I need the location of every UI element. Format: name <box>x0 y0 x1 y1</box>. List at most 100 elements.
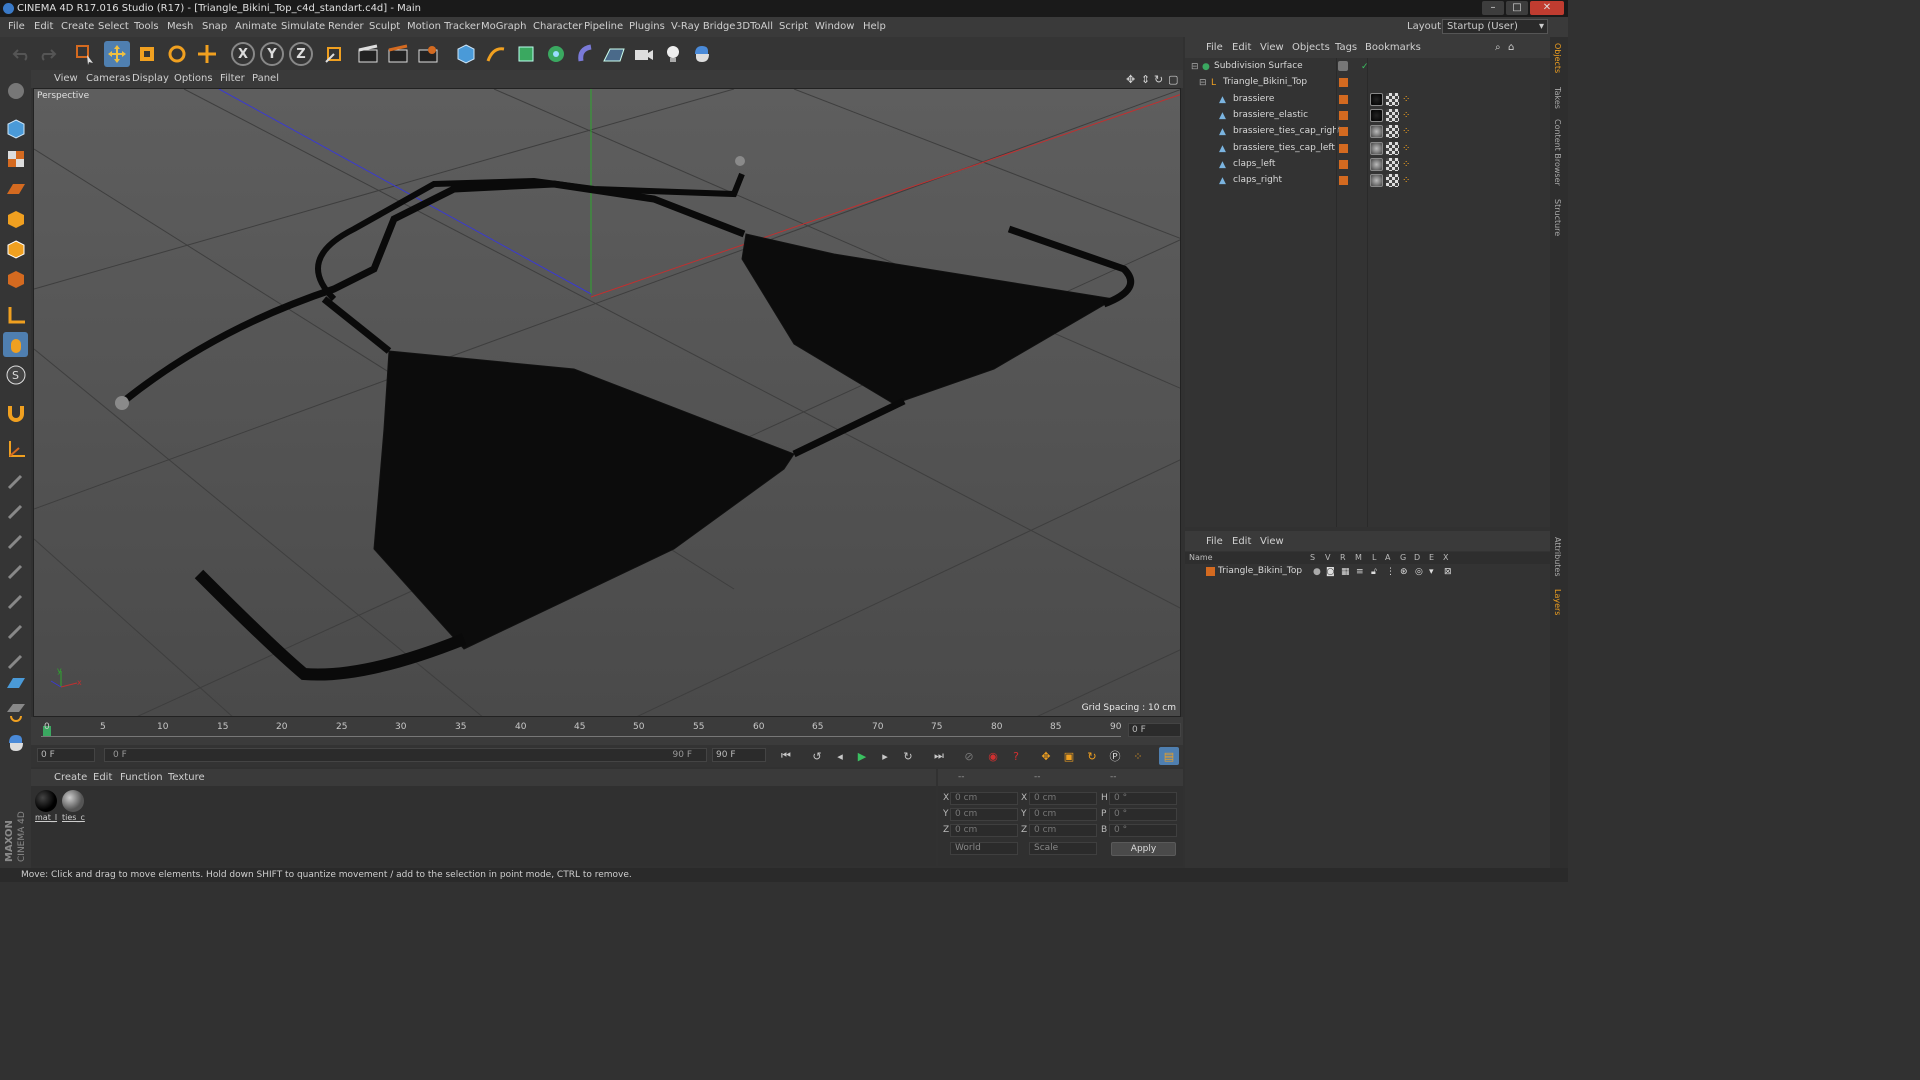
menu-vray-bridge[interactable]: V-Ray Bridge <box>671 21 735 32</box>
menu-sculpt[interactable]: Sculpt <box>369 21 400 32</box>
object-menu-tags[interactable]: Tags <box>1335 42 1357 53</box>
object-menu-bookmarks[interactable]: Bookmarks <box>1365 42 1421 53</box>
points-mode-button[interactable] <box>3 206 28 231</box>
edges-mode-button[interactable] <box>3 236 28 261</box>
menu-character[interactable]: Character <box>533 21 582 32</box>
end-frame-field[interactable]: 90 F <box>712 748 766 762</box>
material-menu-texture[interactable]: Texture <box>168 772 205 783</box>
key-pla-button[interactable]: ⁘ <box>1128 747 1148 765</box>
expression-icon[interactable]: ▾ <box>1429 567 1434 577</box>
tab-content-browser[interactable]: Content Browser <box>1553 119 1562 186</box>
next-key-button[interactable]: ↻ <box>898 747 918 765</box>
tab-layers[interactable]: Layers <box>1553 589 1562 615</box>
collapse-icon[interactable]: ⊟ <box>1191 62 1200 72</box>
phong-tag[interactable]: ⁘ <box>1402 158 1415 171</box>
key-parameter-button[interactable]: Ⓟ <box>1105 747 1125 765</box>
add-deformer-button[interactable] <box>573 41 599 67</box>
grid-lock-button[interactable] <box>3 670 28 695</box>
workplane-button[interactable] <box>3 176 28 201</box>
material-label[interactable]: mat_l <box>35 813 57 822</box>
size-z-field[interactable]: 0 cm <box>1029 824 1097 837</box>
layer-color-swatch[interactable] <box>1339 176 1348 185</box>
viewport-zoom-icon[interactable]: ⇕ <box>1141 73 1150 86</box>
render-settings-button[interactable] <box>415 41 441 67</box>
key-rotation-button[interactable]: ↻ <box>1082 747 1102 765</box>
make-editable-button[interactable] <box>3 78 28 103</box>
texture-mode-button[interactable] <box>3 146 28 171</box>
coordinate-system-button[interactable] <box>321 41 347 67</box>
polygons-mode-button[interactable] <box>3 266 28 291</box>
maximize-button[interactable]: □ <box>1506 1 1528 15</box>
add-camera-button[interactable] <box>631 41 657 67</box>
material-swatch[interactable] <box>35 790 57 812</box>
apply-button[interactable]: Apply <box>1111 842 1176 856</box>
layer-color-swatch[interactable] <box>1339 127 1348 136</box>
lock-icon[interactable]: 🔓︎ <box>1371 567 1377 577</box>
viewport-menu-view[interactable]: View <box>54 73 78 84</box>
generator-icon[interactable]: ⊛ <box>1400 567 1408 577</box>
phong-tag[interactable]: ⁘ <box>1402 109 1415 122</box>
menu-select[interactable]: Select <box>98 21 129 32</box>
coordinate-space-select[interactable]: World <box>950 842 1018 855</box>
material-tag[interactable] <box>1370 125 1383 138</box>
add-cube-button[interactable] <box>453 41 479 67</box>
menu-render[interactable]: Render <box>328 21 364 32</box>
material-tag[interactable] <box>1370 174 1383 187</box>
menu-mograph[interactable]: MoGraph <box>481 21 526 32</box>
menu-window[interactable]: Window <box>815 21 854 32</box>
layer-row[interactable]: Triangle_Bikini_Top ● ◙ ▦ ≡ 🔓︎ ⋮ ⊛ ◎ ▾ ⊠ <box>1185 564 1550 580</box>
bikini-top-model[interactable] <box>115 156 1135 681</box>
key-scale-button[interactable]: ▣ <box>1059 747 1079 765</box>
play-button[interactable]: ▶ <box>852 747 872 765</box>
rotation-p-field[interactable]: 0 ° <box>1109 808 1177 821</box>
undo-button[interactable] <box>8 41 34 67</box>
layer-menu-file[interactable]: File <box>1206 536 1223 547</box>
render-clapper-icon[interactable]: ▦ <box>1341 567 1350 577</box>
menu-help[interactable]: Help <box>863 21 886 32</box>
size-x-field[interactable]: 0 cm <box>1029 792 1097 805</box>
phong-tag[interactable]: ⁘ <box>1402 125 1415 138</box>
sculpt-brush-4-button[interactable] <box>3 558 28 583</box>
visibility-toggle[interactable] <box>1338 61 1348 71</box>
perspective-viewport[interactable]: Perspective y x Grid Spacing : 10 cm <box>33 88 1181 717</box>
snapping-button[interactable]: S <box>3 362 28 387</box>
go-to-end-button[interactable]: ⏭ <box>929 747 949 765</box>
next-frame-button[interactable]: ▸ <box>875 747 895 765</box>
uvw-tag[interactable] <box>1386 142 1399 155</box>
position-x-field[interactable]: 0 cm <box>950 792 1018 805</box>
position-z-field[interactable]: 0 cm <box>950 824 1018 837</box>
eye-icon[interactable]: ◙ <box>1326 567 1335 577</box>
previous-frame-button[interactable]: ◂ <box>830 747 850 765</box>
menu-mesh[interactable]: Mesh <box>167 21 193 32</box>
rotation-h-field[interactable]: 0 ° <box>1109 792 1177 805</box>
add-subdivision-button[interactable] <box>513 41 539 67</box>
material-swatch[interactable] <box>62 790 84 812</box>
viewport-move-icon[interactable]: ✥ <box>1126 73 1135 86</box>
add-spline-button[interactable] <box>483 41 509 67</box>
minimize-button[interactable]: – <box>1482 1 1504 15</box>
frame-range-slider[interactable]: 0 F 90 F <box>104 748 707 762</box>
material-tag[interactable] <box>1370 109 1383 122</box>
layer-color-swatch[interactable] <box>1339 78 1348 87</box>
menu-simulate[interactable]: Simulate <box>281 21 325 32</box>
viewport-menu-cameras[interactable]: Cameras <box>86 73 130 84</box>
size-mode-select[interactable]: Scale <box>1029 842 1097 855</box>
menu-snap[interactable]: Snap <box>202 21 227 32</box>
y-axis-lock-button[interactable]: Y <box>260 42 284 66</box>
previous-key-button[interactable]: ↺ <box>807 747 827 765</box>
menu-script[interactable]: Script <box>779 21 808 32</box>
scale-tool-button[interactable] <box>134 41 160 67</box>
script-button[interactable] <box>3 730 28 755</box>
collapse-icon[interactable]: ⊟ <box>1199 78 1208 88</box>
tab-takes[interactable]: Takes <box>1553 87 1562 109</box>
viewport-menu-filter[interactable]: Filter <box>220 73 245 84</box>
viewport-menu-display[interactable]: Display <box>132 73 169 84</box>
layout-select[interactable]: Startup (User) ▾ <box>1442 19 1548 34</box>
menu-edit[interactable]: Edit <box>34 21 53 32</box>
layer-menu-view[interactable]: View <box>1260 536 1284 547</box>
live-selection-button[interactable] <box>72 41 98 67</box>
material-menu-edit[interactable]: Edit <box>93 772 112 783</box>
sculpt-brush-1-button[interactable] <box>3 468 28 493</box>
tab-objects[interactable]: Objects <box>1553 43 1562 73</box>
menu-plugins[interactable]: Plugins <box>629 21 665 32</box>
